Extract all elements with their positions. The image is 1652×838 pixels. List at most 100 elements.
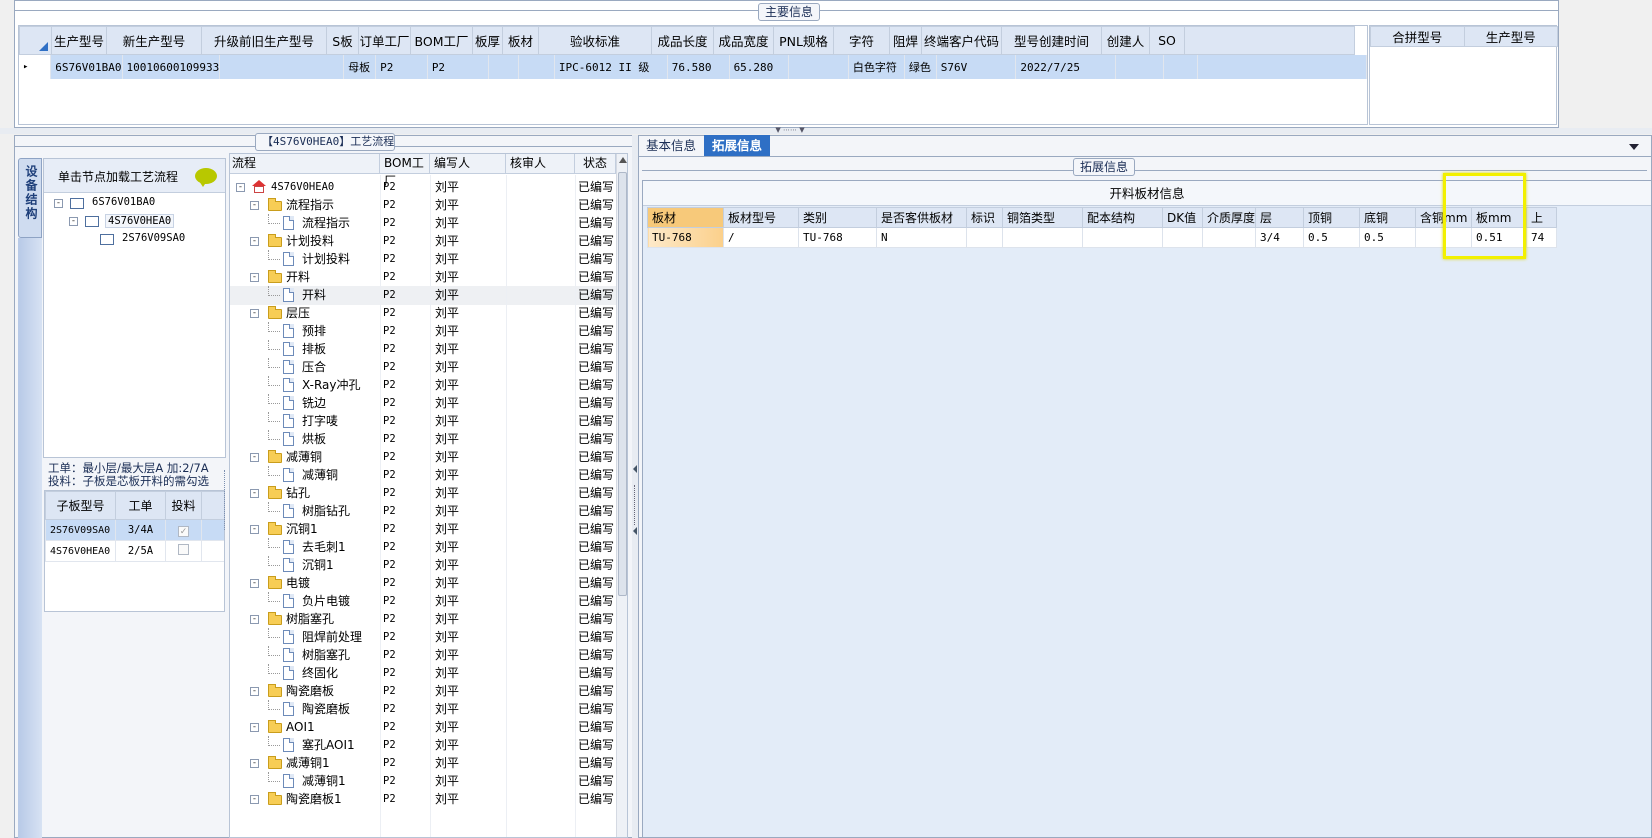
main-col-header[interactable]: BOM工厂 (410, 26, 473, 55)
flow-row[interactable]: - 减薄铜1 P2 刘平 已编写 (230, 754, 616, 773)
main-cell[interactable]: S76V (936, 55, 1017, 79)
main-cell[interactable]: 6S76V01BA0 (50, 55, 123, 79)
flow-row[interactable]: 树脂塞孔 P2 刘平 已编写 (230, 646, 616, 665)
main-cell[interactable]: P2 (375, 55, 428, 79)
detail-cell[interactable]: / (723, 227, 799, 248)
sub-col-header[interactable]: 子板型号 (45, 491, 116, 520)
collapse-icon[interactable]: - (250, 453, 259, 462)
detail-cell[interactable]: 3/4 (1255, 227, 1305, 248)
detail-cell[interactable]: TU-768 (798, 227, 877, 248)
main-col-header[interactable]: 订单工厂 (358, 26, 411, 55)
flow-col-header[interactable]: 流程 (230, 154, 380, 174)
main-col-header[interactable]: 成品宽度 (713, 26, 774, 55)
side-col-header[interactable]: 生产型号 (1463, 26, 1558, 47)
flow-row[interactable]: - 计划投料 P2 刘平 已编写 (230, 232, 616, 251)
flow-row[interactable]: 树脂钻孔 P2 刘平 已编写 (230, 502, 616, 521)
main-cell[interactable] (788, 55, 849, 79)
main-cell[interactable]: 10010600109933 (122, 55, 221, 79)
flow-col-header[interactable]: 核审人 (506, 154, 575, 174)
main-col-header[interactable]: 型号创建时间 (1001, 26, 1102, 55)
detail-col-header[interactable]: 板材 (647, 207, 724, 228)
main-cell[interactable]: IPC-6012 II 级 (554, 55, 668, 79)
main-cell[interactable] (518, 55, 555, 79)
collapse-icon[interactable]: - (250, 489, 259, 498)
detail-cell[interactable] (1201, 227, 1257, 248)
detail-col-header[interactable]: 介质厚度 (1201, 207, 1257, 228)
main-col-header[interactable]: 创建人 (1101, 26, 1150, 55)
flow-row[interactable]: - 电镀 P2 刘平 已编写 (230, 574, 616, 593)
tree-node[interactable]: - 6S76V01BA0 (44, 195, 224, 213)
main-col-header[interactable]: 终端客户代码 (921, 26, 1002, 55)
main-col-header[interactable]: 验收标准 (538, 26, 652, 55)
flow-row[interactable]: 塞孔AOI1 P2 刘平 已编写 (230, 736, 616, 755)
flow-row[interactable]: 减薄铜 P2 刘平 已编写 (230, 466, 616, 485)
detail-cell[interactable]: TU-768 (647, 227, 724, 248)
collapse-icon[interactable]: - (250, 237, 259, 246)
detail-cell[interactable]: 0.5 (1359, 227, 1417, 248)
sub-row[interactable]: 4S76V0HEA0 2/5A (45, 540, 224, 562)
table-row[interactable]: TU-768/TU-768 N 3/4 0.5 0.5 0.51 74 (647, 227, 1558, 248)
flow-row[interactable]: - 减薄铜 P2 刘平 已编写 (230, 448, 616, 467)
main-cell[interactable]: 绿色 (904, 55, 937, 79)
sub-col-header[interactable]: 工单 (115, 491, 166, 520)
collapse-icon[interactable]: - (69, 217, 78, 226)
detail-cell[interactable]: 0.5 (1303, 227, 1361, 248)
main-cell[interactable] (1115, 55, 1164, 79)
detail-cell[interactable] (1162, 227, 1203, 248)
sub-row[interactable]: 2S76V09SA0 3/4A ✓ (45, 519, 224, 541)
row-marker[interactable]: ▸ (19, 55, 52, 79)
detail-col-header[interactable]: 类别 (798, 207, 877, 228)
flow-col-header[interactable]: 状态 (575, 154, 616, 174)
main-cell[interactable] (219, 55, 345, 79)
collapse-icon[interactable]: - (250, 723, 259, 732)
detail-cell[interactable] (1002, 227, 1083, 248)
main-col-header[interactable]: S板 (326, 26, 359, 55)
flow-col-header[interactable]: BOM工厂 (380, 154, 430, 188)
flow-row[interactable]: 流程指示 P2 刘平 已编写 (230, 214, 616, 233)
tab-bar-dropdown-icon[interactable] (1629, 144, 1639, 150)
row-header-corner[interactable] (19, 26, 52, 55)
flow-row[interactable]: 预排 P2 刘平 已编写 (230, 322, 616, 341)
tree-node[interactable]: 2S76V09SA0 (44, 231, 224, 249)
main-col-header[interactable]: 阻焊 (889, 26, 922, 55)
main-cell[interactable]: 65.280 (729, 55, 790, 79)
collapse-icon[interactable]: - (54, 199, 63, 208)
main-info-row[interactable]: ▸ 6S76V01BA0 10010600109933 母板 P2 P2 IPC-6012 … (19, 55, 1367, 79)
collapse-icon[interactable]: - (250, 687, 259, 696)
detail-cell[interactable] (966, 227, 1003, 248)
collapse-icon[interactable]: - (250, 615, 259, 624)
sub-col-header[interactable]: 投料 (165, 491, 202, 520)
main-col-header[interactable]: 升级前旧生产型号 (201, 26, 327, 55)
detail-cell[interactable] (1082, 227, 1163, 248)
scroll-thumb[interactable] (618, 172, 627, 596)
main-cell[interactable]: 白色字符 (848, 55, 905, 79)
main-cell[interactable]: P2 (427, 55, 490, 79)
collapse-icon[interactable]: - (250, 201, 259, 210)
main-col-header[interactable]: 新生产型号 (106, 26, 202, 55)
detail-cell[interactable]: 74 (1526, 227, 1558, 248)
flow-row[interactable]: X-Ray冲孔 P2 刘平 已编写 (230, 376, 616, 395)
flow-row[interactable]: 陶瓷磨板 P2 刘平 已编写 (230, 700, 616, 719)
main-cell[interactable] (488, 55, 520, 79)
flow-row[interactable]: 铣边 P2 刘平 已编写 (230, 394, 616, 413)
vertical-tab-device-structure[interactable]: 设备结构 (18, 158, 42, 238)
flow-row[interactable]: 负片电镀 P2 刘平 已编写 (230, 592, 616, 611)
flow-row[interactable]: 打字唛 P2 刘平 已编写 (230, 412, 616, 431)
main-cell[interactable] (1163, 55, 1199, 79)
main-col-header[interactable]: 板厚 (472, 26, 503, 55)
table-row[interactable]: ▸ 6S76V01BA0 10010600109933 母板 P2 P2 IPC-6012 … (19, 55, 1367, 79)
flow-row[interactable]: - 沉铜1 P2 刘平 已编写 (230, 520, 616, 539)
side-col-header[interactable]: 合拼型号 (1370, 26, 1465, 47)
flow-row[interactable]: - 树脂塞孔 P2 刘平 已编写 (230, 610, 616, 629)
flow-row[interactable]: - 开料 P2 刘平 已编写 (230, 268, 616, 287)
main-col-header[interactable]: PNL规格 (773, 26, 834, 55)
flow-row[interactable]: 沉铜1 P2 刘平 已编写 (230, 556, 616, 575)
detail-col-header[interactable]: 配本结构 (1082, 207, 1163, 228)
detail-col-header[interactable]: 是否客供板材 (876, 207, 967, 228)
horizontal-splitter[interactable] (0, 128, 1652, 134)
flow-row[interactable]: 计划投料 P2 刘平 已编写 (230, 250, 616, 269)
flow-row[interactable]: - 流程指示 P2 刘平 已编写 (230, 196, 616, 215)
collapse-icon[interactable]: - (250, 273, 259, 282)
detail-col-header[interactable]: 底铜 (1359, 207, 1417, 228)
main-cell[interactable]: 2022/7/25 (1015, 55, 1117, 79)
